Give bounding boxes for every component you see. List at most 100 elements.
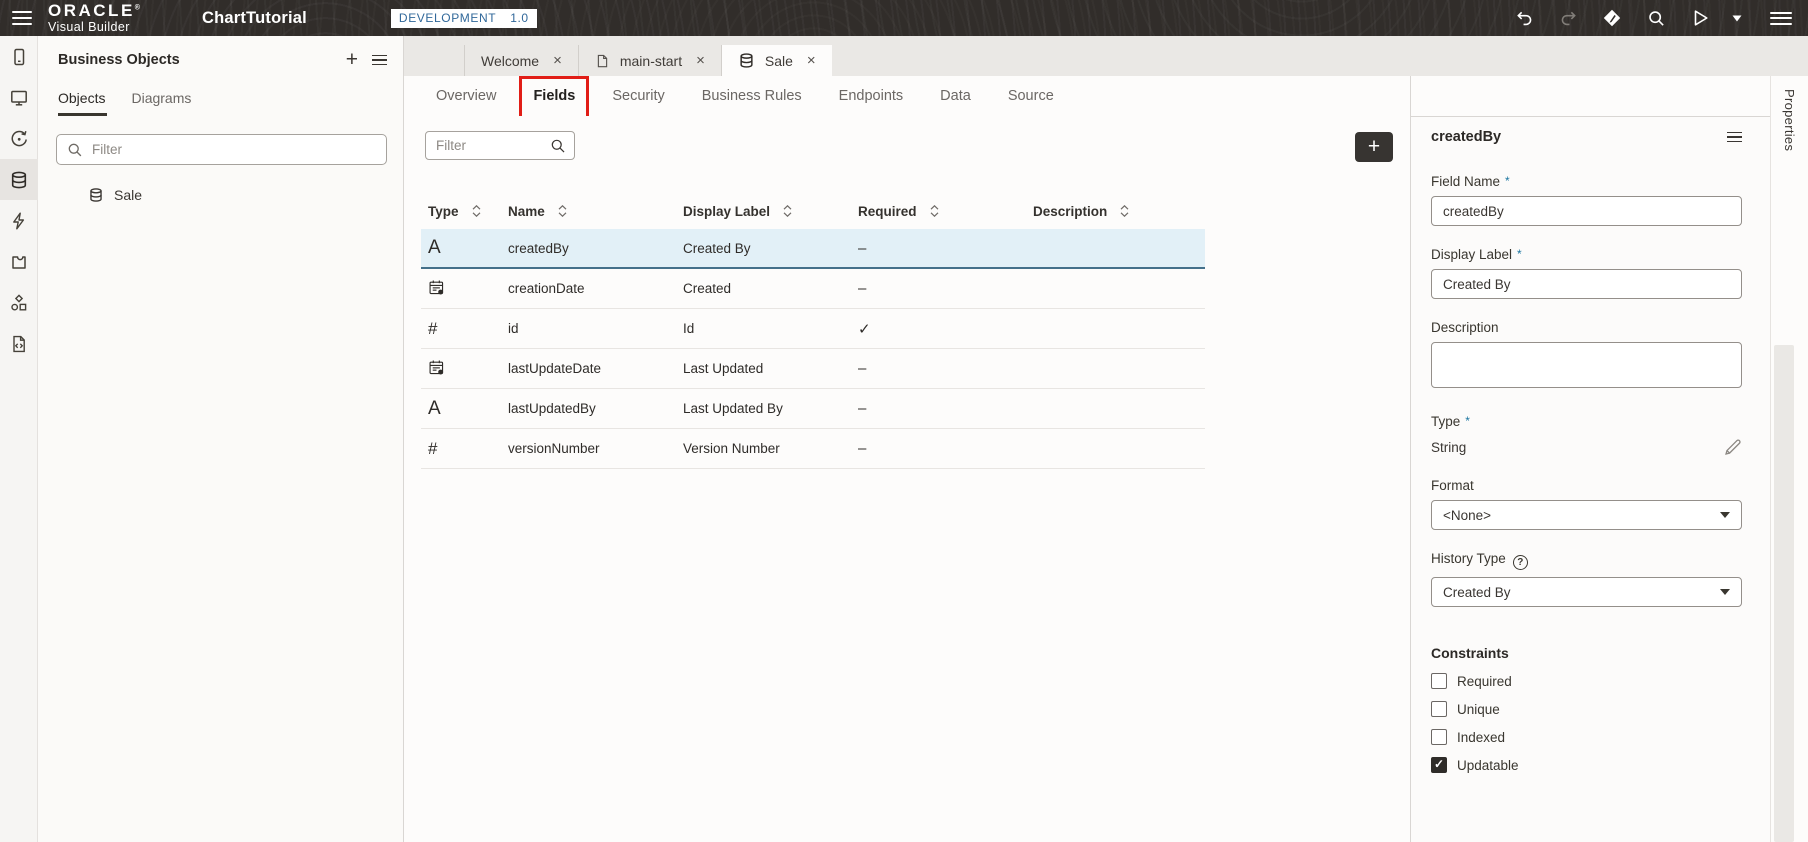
top-header: ORACLE® Visual Builder ChartTutorial DEV… bbox=[0, 0, 1808, 36]
global-menu-icon[interactable] bbox=[12, 11, 32, 25]
subtab-business-rules[interactable]: Business Rules bbox=[702, 88, 802, 104]
column-header-name[interactable]: Name bbox=[508, 204, 545, 219]
app-window: ORACLE® Visual Builder ChartTutorial DEV… bbox=[0, 0, 1808, 842]
components-icon[interactable] bbox=[0, 241, 38, 282]
display-label-input[interactable] bbox=[1431, 269, 1742, 299]
tab-main-start[interactable]: main-start × bbox=[579, 45, 722, 76]
properties-rail-tab[interactable]: Properties bbox=[1782, 89, 1797, 151]
table-row[interactable]: lastUpdateDate Last Updated – bbox=[421, 349, 1205, 389]
column-header-required[interactable]: Required bbox=[858, 204, 917, 219]
close-icon[interactable]: × bbox=[553, 52, 562, 69]
field-display-label: Version Number bbox=[683, 441, 858, 456]
column-header-type[interactable]: Type bbox=[428, 204, 459, 219]
edit-pencil-icon[interactable] bbox=[1723, 438, 1742, 457]
number-type-icon: # bbox=[428, 319, 437, 338]
field-name: createdBy bbox=[508, 241, 683, 256]
diagrams-icon[interactable] bbox=[0, 282, 38, 323]
constraint-unique[interactable]: Unique bbox=[1431, 701, 1742, 717]
field-display-label: Created By bbox=[683, 241, 858, 256]
field-required: – bbox=[858, 440, 1033, 457]
datetime-type-icon bbox=[428, 359, 445, 376]
processes-icon[interactable] bbox=[0, 200, 38, 241]
table-row[interactable]: # id Id ✓ bbox=[421, 309, 1205, 349]
tab-welcome[interactable]: Welcome × bbox=[464, 45, 579, 76]
business-objects-panel: Business Objects + Objects Diagrams Sale bbox=[38, 36, 404, 842]
constraint-required[interactable]: Required bbox=[1431, 673, 1742, 689]
search-icon bbox=[550, 138, 566, 154]
history-type-value: Created By bbox=[1443, 585, 1511, 600]
subtab-label: Fields bbox=[533, 88, 575, 104]
table-row[interactable]: creationDate Created – bbox=[421, 269, 1205, 309]
subtab-fields[interactable]: Fields bbox=[533, 88, 575, 104]
panel-tabs: Objects Diagrams bbox=[58, 90, 403, 116]
web-applications-icon[interactable] bbox=[0, 77, 38, 118]
panel-menu-icon[interactable] bbox=[372, 55, 387, 66]
add-field-button[interactable]: + bbox=[1355, 132, 1393, 162]
description-input[interactable] bbox=[1431, 342, 1742, 388]
sort-icon[interactable] bbox=[930, 205, 939, 217]
subtab-endpoints[interactable]: Endpoints bbox=[839, 88, 904, 104]
field-name-input[interactable] bbox=[1431, 196, 1742, 226]
format-value: <None> bbox=[1443, 508, 1491, 523]
table-row[interactable]: A lastUpdatedBy Last Updated By – bbox=[421, 389, 1205, 429]
sort-icon[interactable] bbox=[472, 205, 481, 217]
fields-table: Type Name Display Label Required Descrip… bbox=[421, 193, 1205, 469]
subtab-source[interactable]: Source bbox=[1008, 88, 1054, 104]
object-subtabs: Overview Fields Security Business Rules … bbox=[404, 76, 1410, 116]
objects-filter-input[interactable] bbox=[92, 142, 376, 157]
field-name: versionNumber bbox=[508, 441, 683, 456]
description-label: Description bbox=[1431, 320, 1742, 335]
checkbox[interactable] bbox=[1431, 701, 1447, 717]
database-icon bbox=[738, 52, 755, 69]
subtab-security[interactable]: Security bbox=[612, 88, 664, 104]
help-icon[interactable]: ? bbox=[1513, 555, 1528, 570]
sort-icon[interactable] bbox=[783, 205, 792, 217]
close-icon[interactable]: × bbox=[807, 52, 816, 69]
table-row[interactable]: # versionNumber Version Number – bbox=[421, 429, 1205, 469]
redo-icon[interactable] bbox=[1546, 0, 1590, 36]
fields-filter-input[interactable] bbox=[436, 138, 536, 153]
tab-diagrams[interactable]: Diagrams bbox=[131, 90, 191, 116]
run-app-icon[interactable] bbox=[1678, 0, 1722, 36]
column-header-description[interactable]: Description bbox=[1033, 204, 1107, 219]
checkbox-label: Updatable bbox=[1457, 758, 1519, 773]
properties-menu-icon[interactable] bbox=[1727, 132, 1742, 143]
mobile-applications-icon[interactable] bbox=[0, 36, 38, 77]
sort-icon[interactable] bbox=[1120, 205, 1129, 217]
number-type-icon: # bbox=[428, 439, 437, 458]
close-icon[interactable]: × bbox=[696, 52, 705, 69]
checkbox[interactable] bbox=[1431, 757, 1447, 773]
subtab-overview[interactable]: Overview bbox=[436, 88, 496, 104]
fields-filter bbox=[425, 131, 575, 160]
table-row[interactable]: A createdBy Created By – bbox=[421, 229, 1205, 269]
history-type-label: History Type? bbox=[1431, 551, 1742, 570]
add-business-object-button[interactable]: + bbox=[338, 50, 366, 70]
field-required: – bbox=[858, 280, 1033, 297]
diagnostics-icon[interactable] bbox=[1590, 0, 1634, 36]
constraint-indexed[interactable]: Indexed bbox=[1431, 729, 1742, 745]
search-icon[interactable] bbox=[1634, 0, 1678, 36]
subtab-data[interactable]: Data bbox=[940, 88, 971, 104]
format-dropdown[interactable]: <None> bbox=[1431, 500, 1742, 530]
properties-scrollbar[interactable] bbox=[1774, 345, 1794, 842]
sort-icon[interactable] bbox=[558, 205, 567, 217]
tab-objects[interactable]: Objects bbox=[58, 90, 105, 116]
column-header-display-label[interactable]: Display Label bbox=[683, 204, 770, 219]
checkbox[interactable] bbox=[1431, 729, 1447, 745]
run-options-caret[interactable] bbox=[1722, 0, 1752, 36]
table-body: A createdBy Created By – creationDate Cr… bbox=[421, 229, 1205, 469]
source-code-icon[interactable] bbox=[0, 323, 38, 364]
business-objects-icon[interactable] bbox=[0, 159, 38, 200]
checkbox[interactable] bbox=[1431, 673, 1447, 689]
string-type-icon: A bbox=[428, 237, 441, 258]
history-type-dropdown[interactable]: Created By bbox=[1431, 577, 1742, 607]
tab-sale[interactable]: Sale × bbox=[722, 45, 832, 76]
service-connections-icon[interactable] bbox=[0, 118, 38, 159]
object-item-sale[interactable]: Sale bbox=[88, 187, 403, 203]
header-menu-icon[interactable] bbox=[1770, 12, 1792, 25]
format-label: Format bbox=[1431, 478, 1742, 493]
undo-icon[interactable] bbox=[1502, 0, 1546, 36]
constraint-updatable[interactable]: Updatable bbox=[1431, 757, 1742, 773]
type-label: Type* bbox=[1431, 414, 1742, 429]
field-name: lastUpdateDate bbox=[508, 361, 683, 376]
